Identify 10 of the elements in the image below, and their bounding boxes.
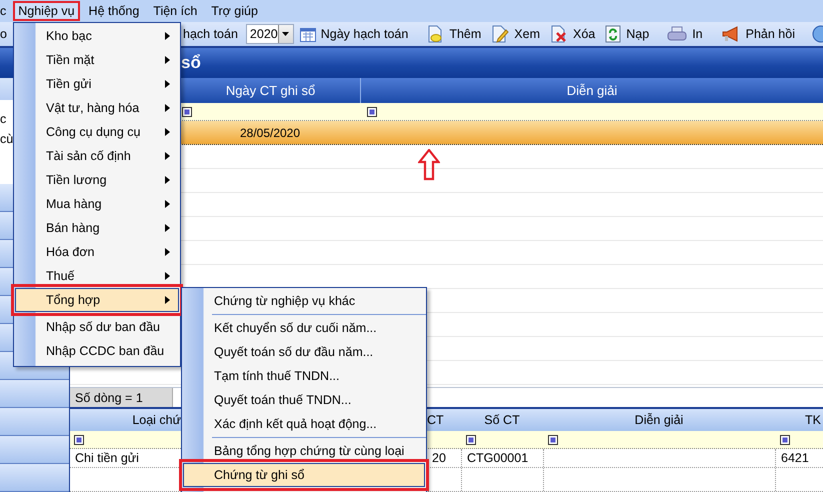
year-label: hạch toán xyxy=(183,27,238,41)
panel-title: sổ xyxy=(181,53,201,73)
sidebar-text: c xyxy=(0,112,8,126)
table-cell: 28/05/2020 xyxy=(240,126,300,140)
table-cell-text: Chi tiền gửi xyxy=(74,450,140,467)
row-count: Số dòng = 1 xyxy=(70,388,173,407)
table-cell: CTG00001 xyxy=(461,449,543,467)
table-cell: 6421 xyxy=(775,449,823,467)
toolbar-label: o xyxy=(0,27,7,41)
table-cell-text: 20 xyxy=(431,450,447,467)
